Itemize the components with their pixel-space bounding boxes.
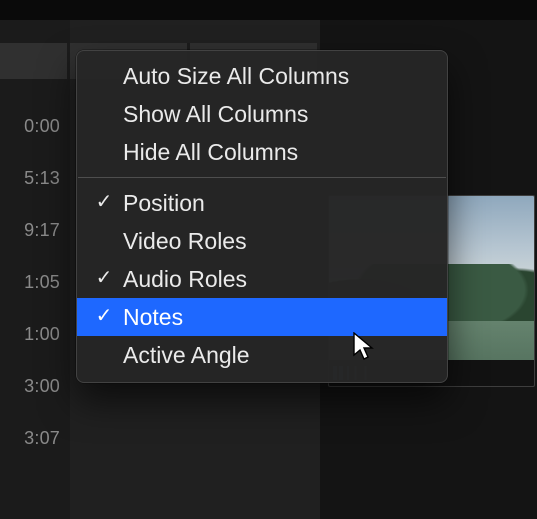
menu-separator: [78, 177, 446, 178]
menu-item-label: Notes: [123, 304, 183, 330]
checkmark-icon: ✓: [91, 184, 117, 222]
menu-col-audio-roles[interactable]: ✓ Audio Roles: [77, 260, 447, 298]
menu-item-label: Video Roles: [123, 228, 247, 254]
column-header-left[interactable]: [0, 43, 70, 79]
menu-show-all-columns[interactable]: Show All Columns: [77, 95, 447, 133]
menu-col-position[interactable]: ✓ Position: [77, 184, 447, 222]
menu-item-label: Auto Size All Columns: [123, 63, 349, 89]
timecode-cell: 1:00: [0, 308, 68, 360]
checkmark-icon: ✓: [91, 260, 117, 298]
timecode-cell: 5:13: [0, 152, 68, 204]
timecode-cell: 1:05: [0, 256, 68, 308]
timecode-cell: 9:17: [0, 204, 68, 256]
menu-item-label: Active Angle: [123, 342, 250, 368]
columns-context-menu[interactable]: Auto Size All Columns Show All Columns H…: [76, 50, 448, 383]
checkmark-icon: ✓: [91, 298, 117, 336]
menu-col-video-roles[interactable]: ✓ Video Roles: [77, 222, 447, 260]
menu-item-label: Position: [123, 190, 205, 216]
menu-auto-size-all[interactable]: Auto Size All Columns: [77, 57, 447, 95]
menu-item-label: Show All Columns: [123, 101, 308, 127]
menu-col-notes[interactable]: ✓ Notes: [77, 298, 447, 336]
timecode-list: 0:00 5:13 9:17 1:05 1:00 3:00 3:07: [0, 100, 68, 464]
timecode-cell: 0:00: [0, 100, 68, 152]
timecode-cell: 3:00: [0, 360, 68, 412]
menu-hide-all-columns[interactable]: Hide All Columns: [77, 133, 447, 171]
menu-item-label: Hide All Columns: [123, 139, 298, 165]
timecode-cell: 3:07: [0, 412, 68, 464]
menu-col-active-angle[interactable]: ✓ Active Angle: [77, 336, 447, 374]
menu-item-label: Audio Roles: [123, 266, 247, 292]
window-top-bar: [0, 0, 537, 20]
